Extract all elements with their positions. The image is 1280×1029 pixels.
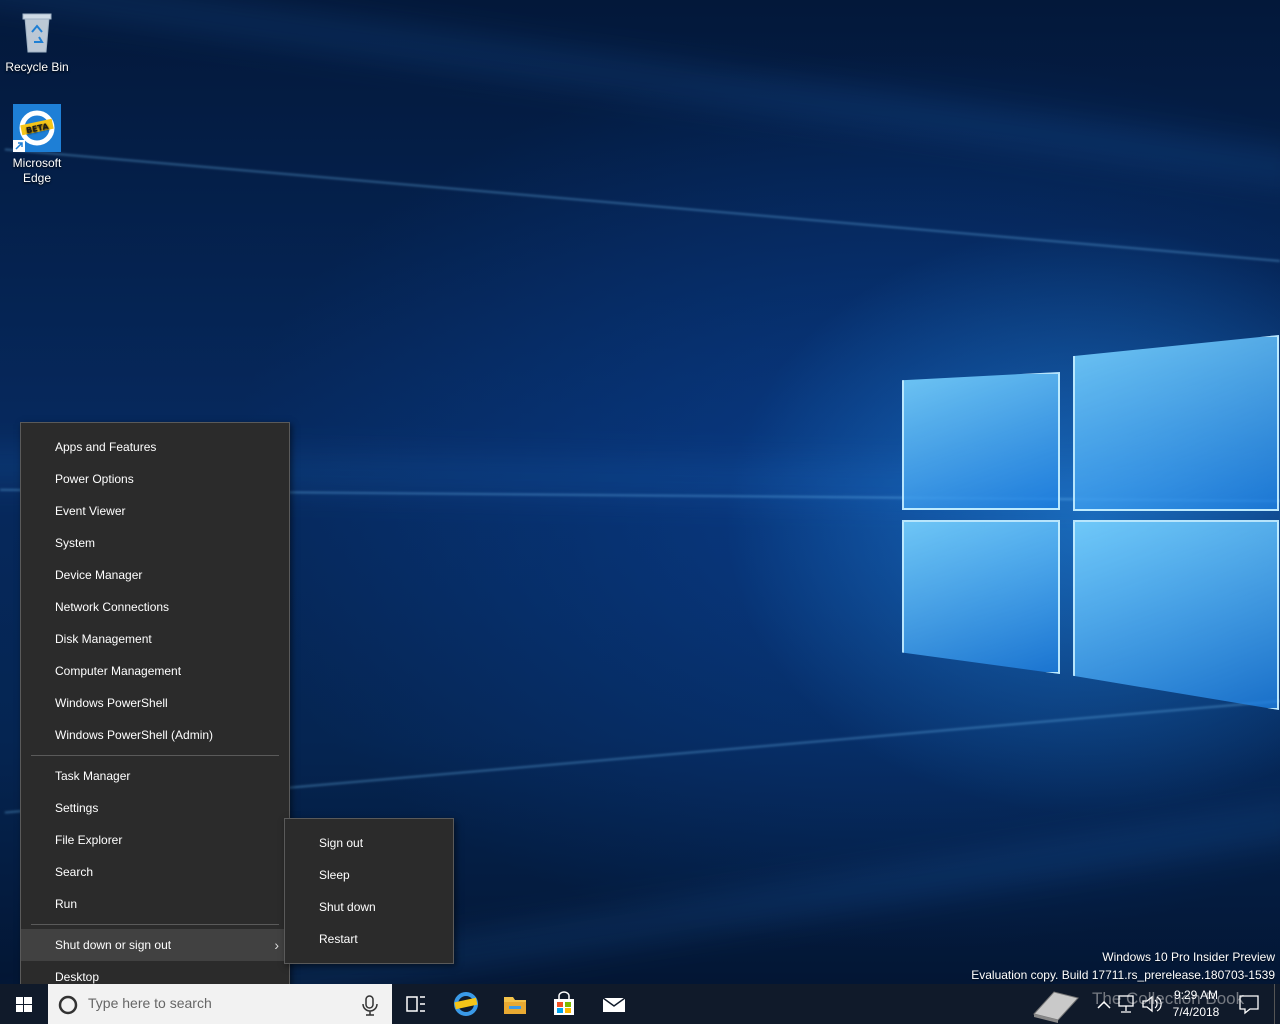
menu-item-task-manager[interactable]: Task Manager (21, 760, 289, 792)
menu-item-run[interactable]: Run (21, 888, 289, 920)
action-center-icon[interactable] (1234, 984, 1264, 1024)
submenu-item-restart[interactable]: Restart (285, 923, 453, 955)
chevron-right-icon: › (274, 937, 279, 953)
cortana-circle-icon (58, 995, 78, 1015)
menu-item-label: Shut down or sign out (55, 938, 172, 952)
menu-item-shut-down-or-sign-out[interactable]: Shut down or sign out › (21, 929, 289, 961)
logo-pane-bottom-right (1073, 520, 1279, 710)
desktop-icon-microsoft-edge[interactable]: BETA Microsoft Edge (2, 104, 72, 186)
task-view-icon (406, 996, 425, 1012)
menu-separator (31, 755, 279, 756)
taskbar: Type here to search The Collection Book … (0, 984, 1280, 1024)
menu-item-file-explorer[interactable]: File Explorer (21, 824, 289, 856)
volume-icon[interactable] (1140, 984, 1162, 1024)
menu-separator (31, 924, 279, 925)
logo-pane-top-right (1073, 335, 1279, 511)
light-beam (4, 148, 1280, 262)
menu-item-power-options[interactable]: Power Options (21, 463, 289, 495)
clock-time: 9:29 AM (1173, 988, 1219, 1002)
taskbar-mail-button[interactable] (590, 984, 638, 1024)
shutdown-submenu: Sign out Sleep Shut down Restart (284, 818, 454, 964)
power-user-menu: Apps and Features Power Options Event Vi… (20, 422, 290, 1000)
taskbar-search-box[interactable]: Type here to search (48, 984, 392, 1024)
menu-item-search[interactable]: Search (21, 856, 289, 888)
recycle-bin-icon (13, 8, 61, 56)
desktop-icon-recycle-bin[interactable]: Recycle Bin (2, 8, 72, 75)
menu-item-settings[interactable]: Settings (21, 792, 289, 824)
menu-item-windows-powershell-admin[interactable]: Windows PowerShell (Admin) (21, 719, 289, 751)
submenu-item-sleep[interactable]: Sleep (285, 859, 453, 891)
menu-item-windows-powershell[interactable]: Windows PowerShell (21, 687, 289, 719)
edge-beta-icon (454, 992, 478, 1016)
menu-item-system[interactable]: System (21, 527, 289, 559)
edge-beta-icon: BETA (13, 104, 61, 152)
taskbar-file-explorer-button[interactable] (491, 984, 539, 1024)
submenu-item-shut-down[interactable]: Shut down (285, 891, 453, 923)
desktop-icon-label: Microsoft Edge (12, 156, 62, 185)
taskbar-clock[interactable]: 9:29 AM 7/4/2018 (1164, 984, 1228, 1024)
book-logo-icon (1033, 991, 1079, 1023)
watermark-edition: Windows 10 Pro Insider Preview (1102, 950, 1275, 964)
desktop-icon-label: Recycle Bin (5, 60, 69, 74)
menu-item-event-viewer[interactable]: Event Viewer (21, 495, 289, 527)
start-button[interactable] (0, 984, 48, 1024)
microphone-icon[interactable] (358, 984, 382, 1024)
submenu-item-sign-out[interactable]: Sign out (285, 827, 453, 859)
task-view-button[interactable] (392, 984, 440, 1024)
logo-pane-bottom-left (902, 520, 1060, 674)
menu-item-computer-management[interactable]: Computer Management (21, 655, 289, 687)
taskbar-store-button[interactable] (540, 984, 588, 1024)
mail-icon (602, 997, 626, 1012)
menu-item-network-connections[interactable]: Network Connections (21, 591, 289, 623)
chevron-up-icon[interactable] (1094, 984, 1114, 1024)
light-beam (0, 0, 1280, 190)
file-explorer-icon (504, 997, 526, 1014)
logo-pane-top-left (902, 372, 1060, 510)
store-icon (554, 991, 574, 1015)
menu-item-disk-management[interactable]: Disk Management (21, 623, 289, 655)
menu-item-apps-and-features[interactable]: Apps and Features (21, 431, 289, 463)
menu-item-device-manager[interactable]: Device Manager (21, 559, 289, 591)
windows-logo-icon (16, 997, 32, 1012)
network-icon[interactable] (1116, 984, 1136, 1024)
search-placeholder: Type here to search (88, 995, 212, 1011)
taskbar-edge-button[interactable] (442, 984, 490, 1024)
clock-date: 7/4/2018 (1172, 1005, 1220, 1019)
watermark-build: Evaluation copy. Build 17711.rs_prerelea… (971, 968, 1275, 982)
show-desktop-button[interactable] (1274, 984, 1280, 1024)
